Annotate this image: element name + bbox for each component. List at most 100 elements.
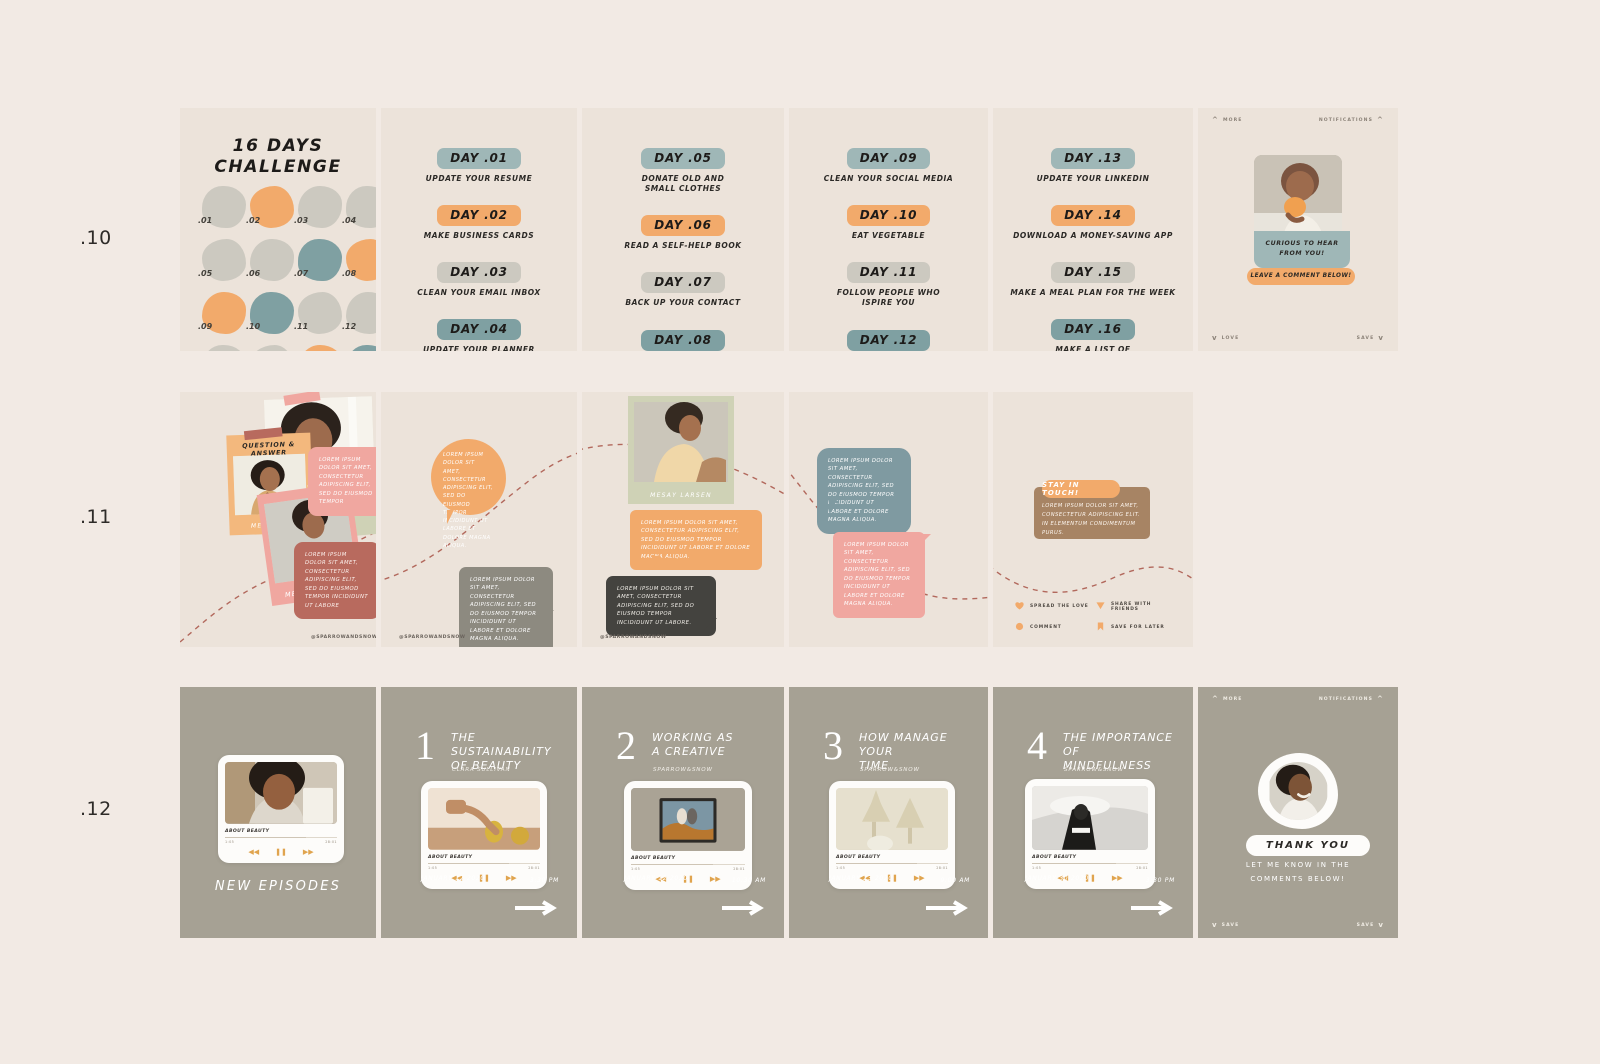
day-item[interactable]: DAY .10 EAT VEGETABLE xyxy=(789,205,988,241)
day-item[interactable]: DAY .13 UPDATE YOUR LINKEDIN xyxy=(993,148,1193,184)
slide-episode-2[interactable]: 2 WORKING AS A CREATIVE SPARROW&SNOW ABOU… xyxy=(582,687,784,938)
slide-bubbles-2[interactable]: MESAY LARSEN LOREM IPSUM DOLOR SIT AMET,… xyxy=(582,392,784,647)
love-button[interactable]: v LOVE xyxy=(1212,335,1239,342)
notifications-button[interactable]: NOTIFICATIONS ^ xyxy=(1319,117,1384,124)
day-item[interactable]: DAY .08BACK UP FILES ONA HARD DRIVE xyxy=(582,329,784,352)
slide-challenge-cover[interactable]: 16 DAYS CHALLENGE .01 .02 .03 .04 .05 .06 .07.… xyxy=(180,108,376,351)
player-progress[interactable] xyxy=(1032,862,1148,864)
day-item[interactable]: DAY .16 MAKE A LIST OFUSERNAMES & PASSWOR… xyxy=(993,319,1193,351)
player-time-end: 28:01 xyxy=(733,866,745,871)
audio-player[interactable]: ABOUT BEAUTY 1:05 28:01 ◀◀ ❚❚ ▶▶ xyxy=(218,755,344,863)
audio-player[interactable]: ABOUT BEAUTY 1:05 28:01 ◀◀ ❚❚ ▶▶ xyxy=(624,781,752,890)
day-chip: DAY .03 xyxy=(437,262,521,284)
slide-episode-3[interactable]: 3 HOW MANAGE YOUR TIME SPARROW&SNOW ABOUT… xyxy=(789,687,988,938)
player-progress-fill xyxy=(836,862,917,864)
forward-icon[interactable]: ▶▶ xyxy=(303,848,314,856)
forward-icon[interactable]: ▶▶ xyxy=(914,874,925,882)
forward-icon[interactable]: ▶▶ xyxy=(1112,874,1123,882)
challenge-blob[interactable]: .09 xyxy=(198,292,246,334)
next-arrow-icon[interactable] xyxy=(515,900,561,916)
player-progress[interactable] xyxy=(631,863,745,865)
slide-podcast-cover[interactable]: ABOUT BEAUTY 1:05 28:01 ◀◀ ❚❚ ▶▶ NEW EPI… xyxy=(180,687,376,938)
stay-in-touch-chip: STAY IN TOUCH! xyxy=(1042,480,1120,498)
slide-days-09-12[interactable]: DAY .09 CLEAN YOUR SOCIAL MEDIA DAY .10 EAT… xyxy=(789,108,988,351)
challenge-blob[interactable]: .03 xyxy=(294,186,342,228)
stay-in-touch-body: LOREM IPSUM DOLOR SIT AMET, CONSECTETUR … xyxy=(1042,503,1141,537)
day-description: CLEAN YOUR EMAIL INBOX xyxy=(417,288,541,298)
day-chip: DAY .16 xyxy=(1051,319,1135,341)
day-item[interactable]: DAY .03 CLEAN YOUR EMAIL INBOX xyxy=(381,262,577,298)
next-arrow-icon[interactable] xyxy=(722,900,768,916)
day-item[interactable]: DAY .14 DOWNLOAD A MONEY-SAVING APP xyxy=(993,205,1193,241)
row-label-10: .10 xyxy=(80,227,112,249)
challenge-blob[interactable]: .08 xyxy=(342,239,376,281)
challenge-blob[interactable]: .15 xyxy=(298,345,342,351)
day-item[interactable]: DAY .07 BACK UP YOUR CONTACT xyxy=(582,272,784,308)
slide-days-05-08[interactable]: DAY .05 DONATE OLD AND SMALL CLOTHES DAY .0… xyxy=(582,108,784,351)
day-item[interactable]: DAY .12WRITE A THANK YOU CARD xyxy=(789,329,988,352)
audio-player[interactable]: ABOUT BEAUTY 1:05 28:01 ◀◀ ❚❚ ▶▶ xyxy=(829,781,955,889)
day-item[interactable]: DAY .06 READ A SELF-HELP BOOK xyxy=(582,215,784,251)
slide-episode-4[interactable]: 4 THE IMPORTANCE OF MINDFULNESS SPARROW&S… xyxy=(993,687,1193,938)
challenge-blob[interactable]: .02 xyxy=(246,186,294,228)
day-item[interactable]: DAY .09 CLEAN YOUR SOCIAL MEDIA xyxy=(789,148,988,184)
slide-thank-you[interactable]: ^ MORE NOTIFICATIONS ^ THANK YOU LET ME … xyxy=(1198,687,1398,938)
challenge-blob[interactable]: .07 xyxy=(294,239,342,281)
challenge-blob[interactable]: .12 xyxy=(342,292,376,334)
slide-days-01-04[interactable]: DAY .01 UPDATE YOUR RESUME DAY .02 MAKE BUS… xyxy=(381,108,577,351)
legend-item[interactable]: COMMENT xyxy=(1015,622,1096,633)
save-button-left[interactable]: v SAVE xyxy=(1212,922,1239,929)
challenge-blob[interactable]: .06 xyxy=(246,239,294,281)
player-progress[interactable] xyxy=(225,836,337,838)
more-button[interactable]: ^ MORE xyxy=(1212,117,1243,124)
slide-qa-photos[interactable]: QUESTION & ANSWER MESAY LA xyxy=(180,392,376,647)
save-button[interactable]: SAVE v xyxy=(1357,335,1384,342)
next-arrow-icon[interactable] xyxy=(926,900,972,916)
legend-item[interactable]: SAVE FOR LATER xyxy=(1096,622,1177,633)
day-item[interactable]: DAY .05 DONATE OLD AND SMALL CLOTHES xyxy=(582,148,784,194)
challenge-blob[interactable]: .10 xyxy=(246,292,294,334)
forward-icon[interactable]: ▶▶ xyxy=(710,875,721,883)
challenge-blob[interactable]: .13 xyxy=(202,345,246,351)
challenge-blob[interactable]: .16 xyxy=(346,345,376,351)
day-item[interactable]: DAY .04 UPDATE YOUR PLANNER xyxy=(381,319,577,351)
legend-item[interactable]: SHARE WITH FRIENDS xyxy=(1096,601,1177,612)
forward-icon[interactable]: ▶▶ xyxy=(506,874,517,882)
audio-player[interactable]: ABOUT BEAUTY 1:05 28:01 ◀◀ ❚❚ ▶▶ xyxy=(1025,779,1155,889)
slide-bubbles-3[interactable]: LOREM IPSUM DOLOR SIT AMET, CONSECTETUR … xyxy=(789,392,988,647)
polaroid-sage[interactable]: MESAY LARSEN xyxy=(628,396,734,504)
next-arrow-icon[interactable] xyxy=(1131,900,1177,916)
notifications-button[interactable]: NOTIFICATIONS ^ xyxy=(1319,696,1384,703)
slide-comment-cta[interactable]: ^ MORE NOTIFICATIONS ^ CURIOUS TO HEAR F… xyxy=(1198,108,1398,351)
bubble-orange-round: LOREM IPSUM DOLOR SIT AMET, CONSECTETUR … xyxy=(431,439,506,549)
more-button[interactable]: ^ MORE xyxy=(1212,696,1243,703)
blob-number: .08 xyxy=(342,269,357,278)
audio-player[interactable]: ABOUT BEAUTY 1:05 28:01 ◀◀ ❚❚ ▶▶ xyxy=(421,781,547,889)
day-item[interactable]: DAY .02 MAKE BUSINESS CARDS xyxy=(381,205,577,241)
pause-icon[interactable]: ❚❚ xyxy=(275,848,287,856)
legend-item[interactable]: SPREAD THE LOVE xyxy=(1015,601,1096,612)
slide-bubbles-1[interactable]: LOREM IPSUM DOLOR SIT AMET, CONSECTETUR … xyxy=(381,392,577,647)
player-progress[interactable] xyxy=(836,862,948,864)
handle-label: @SPARROWANDSNOW xyxy=(399,635,466,640)
player-progress[interactable] xyxy=(428,862,540,864)
challenge-blob[interactable]: .11 xyxy=(294,292,342,334)
challenge-blob[interactable]: .01 xyxy=(198,186,246,228)
slide-days-13-16[interactable]: DAY .13 UPDATE YOUR LINKEDIN DAY .14 DOWNLO… xyxy=(993,108,1193,351)
leave-comment-button[interactable]: LEAVE A COMMENT BELOW! xyxy=(1247,268,1355,285)
chevron-down-icon: v xyxy=(1378,921,1384,929)
polaroid-sage-photo xyxy=(634,402,728,482)
blob-shape xyxy=(298,345,342,351)
challenge-blob[interactable]: .14 xyxy=(250,345,294,351)
save-button-right[interactable]: SAVE v xyxy=(1357,922,1384,929)
player-times: 1:05 28:01 xyxy=(1032,866,1148,870)
challenge-blob[interactable]: .04 xyxy=(342,186,376,228)
challenge-blob[interactable]: .05 xyxy=(198,239,246,281)
day-item[interactable]: DAY .11 FOLLOW PEOPLE WHO ISPIRE YOU xyxy=(789,262,988,308)
slide-stay-in-touch[interactable]: STAY IN TOUCH! LOREM IPSUM DOLOR SIT AME… xyxy=(993,392,1193,647)
day-item[interactable]: DAY .15 MAKE A MEAL PLAN FOR THE WEEK xyxy=(993,262,1193,298)
player-times: 1:05 28:01 xyxy=(428,866,540,870)
slide-episode-1[interactable]: 1 THE SUSTAINABILITY OF BEAUTY CLARA SULL… xyxy=(381,687,577,938)
rewind-icon[interactable]: ◀◀ xyxy=(248,848,259,856)
day-item[interactable]: DAY .01 UPDATE YOUR RESUME xyxy=(381,148,577,184)
